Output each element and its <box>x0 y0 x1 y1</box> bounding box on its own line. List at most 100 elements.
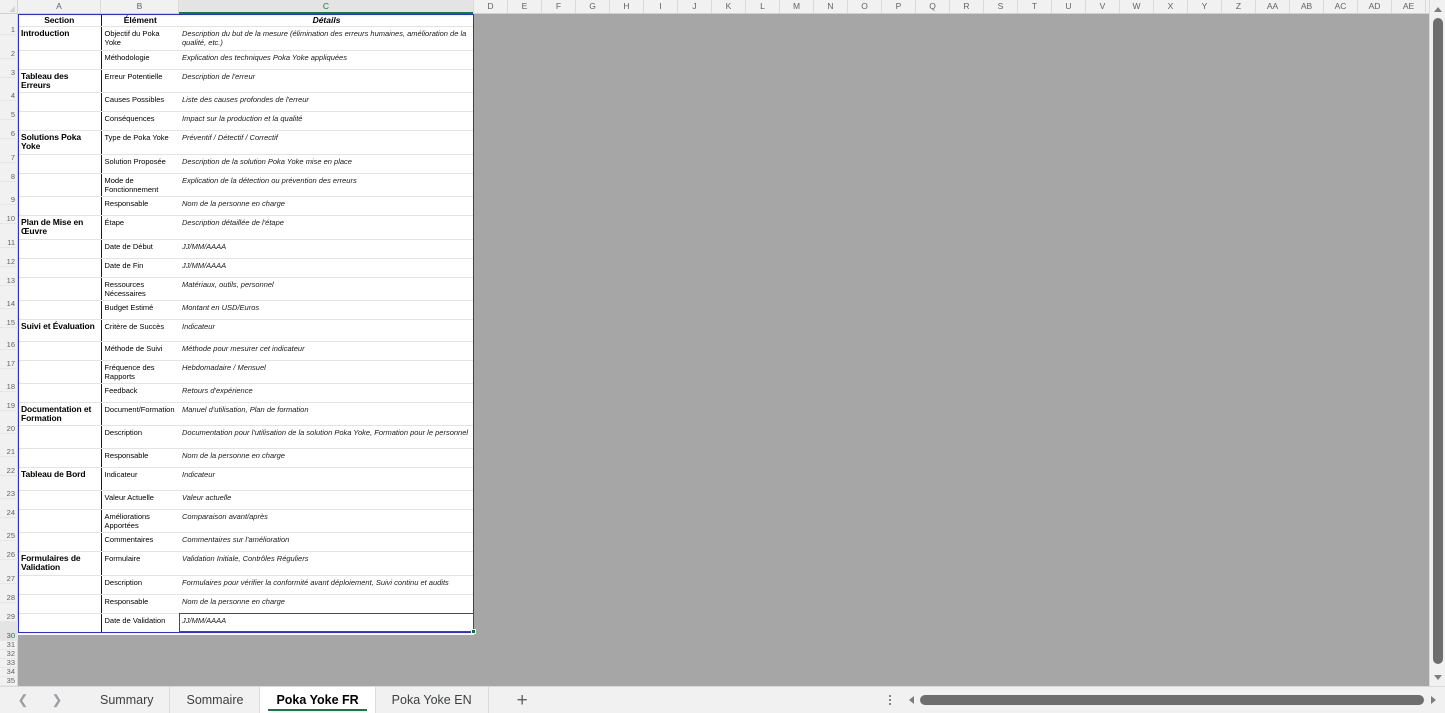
cell-details[interactable]: Retours d'expérience <box>179 383 474 403</box>
cell-element[interactable]: Date de Début <box>101 239 179 259</box>
column-header-c[interactable]: C <box>179 0 474 14</box>
cell-section[interactable] <box>18 509 102 533</box>
select-all-corner[interactable] <box>0 0 18 13</box>
cell-section[interactable] <box>18 594 102 614</box>
cell-element[interactable]: Erreur Potentielle <box>101 68 179 93</box>
cell-details[interactable]: Description de la solution Poka Yoke mis… <box>179 154 474 174</box>
row-header-11[interactable]: 11 <box>0 224 18 248</box>
row-header-30[interactable]: 30 <box>0 622 18 641</box>
cell-section[interactable] <box>18 300 102 320</box>
cell-section[interactable] <box>18 92 102 112</box>
cell-section[interactable] <box>18 277 102 301</box>
column-header-ae[interactable]: AE <box>1392 0 1426 13</box>
row-header-4[interactable]: 4 <box>0 78 18 101</box>
column-header-y[interactable]: Y <box>1188 0 1222 13</box>
cell-details[interactable]: Validation Initiale, Contrôles Réguliers <box>179 550 474 576</box>
row-header-20[interactable]: 20 <box>0 411 18 434</box>
row-header-12[interactable]: 12 <box>0 248 18 267</box>
column-header-m[interactable]: M <box>780 0 814 13</box>
sheet-tab-poka-yoke-fr[interactable]: Poka Yoke FR <box>260 686 376 713</box>
cell-section[interactable]: Tableau des Erreurs <box>18 68 102 93</box>
column-header-a[interactable]: A <box>18 0 101 13</box>
cell-details[interactable]: Préventif / Détectif / Correctif <box>179 129 474 155</box>
row-header-23[interactable]: 23 <box>0 476 18 499</box>
cell-details[interactable]: Montant en USD/Euros <box>179 300 474 320</box>
sheet-tab-sommaire[interactable]: Sommaire <box>170 686 261 713</box>
cell-details[interactable]: JJ/MM/AAAA <box>179 258 474 278</box>
cell-section[interactable] <box>18 575 102 595</box>
cell-details[interactable]: Hebdomadaire / Mensuel <box>179 360 474 384</box>
cell-details[interactable]: Description détaillée de l'étape <box>179 214 474 240</box>
column-header-t[interactable]: T <box>1018 0 1052 13</box>
cell-element[interactable]: Date de Validation <box>101 613 179 633</box>
cell-details[interactable]: Valeur actuelle <box>179 490 474 510</box>
cell-details[interactable]: Comparaison avant/après <box>179 509 474 533</box>
column-header-aa[interactable]: AA <box>1256 0 1290 13</box>
horizontal-scroll-thumb[interactable] <box>920 695 1424 705</box>
vertical-scrollbar[interactable] <box>1429 0 1445 686</box>
column-header-s[interactable]: S <box>984 0 1018 13</box>
cell-section[interactable] <box>18 490 102 510</box>
cell-section[interactable]: Solutions Poka Yoke <box>18 129 102 155</box>
cell-element[interactable]: Solution Proposée <box>101 154 179 174</box>
cell-details[interactable]: Liste des causes profondes de l'erreur <box>179 92 474 112</box>
cell-details[interactable]: Description de l'erreur <box>179 68 474 93</box>
row-header-22[interactable]: 22 <box>0 457 18 476</box>
cell-element[interactable]: Ressources Nécessaires <box>101 277 179 301</box>
cell-section[interactable]: Tableau de Bord <box>18 466 102 491</box>
cell-section[interactable] <box>18 532 102 552</box>
column-header-p[interactable]: P <box>882 0 916 13</box>
vertical-scroll-thumb[interactable] <box>1433 18 1443 664</box>
cell-element[interactable]: Commentaires <box>101 532 179 552</box>
row-header-9[interactable]: 9 <box>0 182 18 205</box>
cell-section[interactable] <box>18 173 102 197</box>
row-header-21[interactable]: 21 <box>0 434 18 457</box>
row-header-26[interactable]: 26 <box>0 541 18 560</box>
row-header-16[interactable]: 16 <box>0 328 18 350</box>
row-header-24[interactable]: 24 <box>0 499 18 518</box>
cell-details[interactable]: Description du but de la mesure (élimina… <box>179 25 474 51</box>
column-header-g[interactable]: G <box>576 0 610 13</box>
cell-element[interactable]: Description <box>101 425 179 449</box>
cell-element[interactable]: Mode de Fonctionnement <box>101 173 179 197</box>
column-header-e[interactable]: E <box>508 0 542 13</box>
row-header-6[interactable]: 6 <box>0 120 18 139</box>
row-header-25[interactable]: 25 <box>0 518 18 541</box>
header-cell-details[interactable]: Détails <box>179 14 474 27</box>
cell-details[interactable]: Manuel d'utilisation, Plan de formation <box>179 401 474 426</box>
cell-element[interactable]: Causes Possibles <box>101 92 179 112</box>
row-header-17[interactable]: 17 <box>0 350 18 369</box>
header-cell-section[interactable]: Section <box>18 14 102 27</box>
cell-element[interactable]: Date de Fin <box>101 258 179 278</box>
cell-element[interactable]: Description <box>101 575 179 595</box>
cell-details[interactable]: Indicateur <box>179 318 474 342</box>
horizontal-scrollbar[interactable] <box>903 691 1441 709</box>
column-header-n[interactable]: N <box>814 0 848 13</box>
row-header-19[interactable]: 19 <box>0 392 18 411</box>
cell-details[interactable]: Impact sur la production et la qualité <box>179 111 474 131</box>
header-cell-element[interactable]: Élément <box>101 14 179 27</box>
column-header-d[interactable]: D <box>474 0 508 13</box>
grid-viewport[interactable]: Page 1 Section Élément Détails Introduct… <box>18 14 1429 686</box>
cell-section[interactable]: Documentation et Formation <box>18 401 102 426</box>
row-header-14[interactable]: 14 <box>0 286 18 309</box>
cell-details[interactable]: Matériaux, outils, personnel <box>179 277 474 301</box>
cell-details[interactable]: Indicateur <box>179 466 474 491</box>
row-header-15[interactable]: 15 <box>0 309 18 328</box>
column-header-v[interactable]: V <box>1086 0 1120 13</box>
scroll-up-button[interactable] <box>1430 2 1445 16</box>
cell-element[interactable]: Méthode de Suivi <box>101 341 179 361</box>
cell-section[interactable] <box>18 425 102 449</box>
row-header-2[interactable]: 2 <box>0 35 18 59</box>
chevron-right-icon[interactable]: ❯ <box>48 691 66 709</box>
cell-element[interactable]: Critère de Succès <box>101 318 179 342</box>
cell-details[interactable]: Méthode pour mesurer cet indicateur <box>179 341 474 361</box>
cell-section[interactable] <box>18 258 102 278</box>
scroll-left-button[interactable] <box>903 696 919 704</box>
cell-details[interactable]: Nom de la personne en charge <box>179 196 474 216</box>
cell-details[interactable]: Documentation pour l'utilisation de la s… <box>179 425 474 449</box>
cell-element[interactable]: Valeur Actuelle <box>101 490 179 510</box>
cell-element[interactable]: Responsable <box>101 594 179 614</box>
column-header-x[interactable]: X <box>1154 0 1188 13</box>
cell-details[interactable]: Nom de la personne en charge <box>179 448 474 468</box>
